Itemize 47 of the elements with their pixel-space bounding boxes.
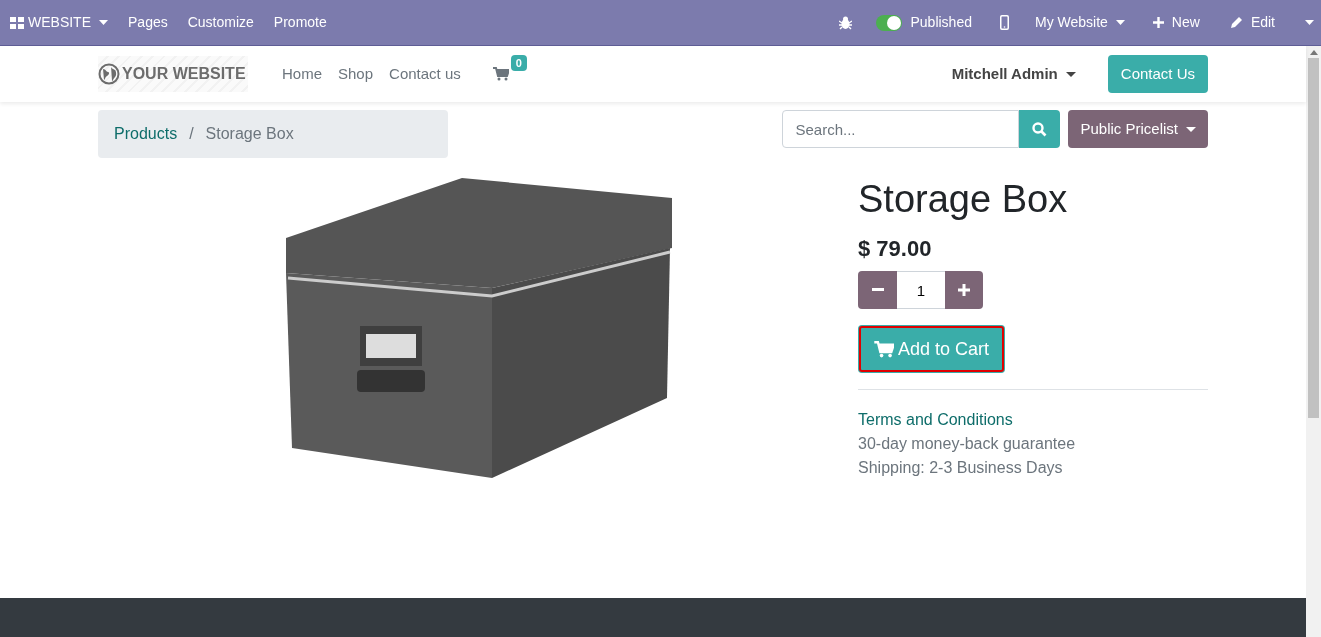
product-title: Storage Box	[858, 177, 1069, 222]
pricelist-dropdown[interactable]: Public Pricelist	[1068, 110, 1208, 148]
admin-menu-item[interactable]: Pages	[118, 12, 178, 33]
website-logo[interactable]: YOUR WEBSITE	[98, 56, 248, 92]
plus-icon	[958, 284, 970, 296]
mobile-phone-icon[interactable]	[1000, 15, 1009, 30]
terms-link[interactable]: Terms and Conditions	[858, 408, 1208, 432]
breadcrumb-link[interactable]: Products	[114, 122, 178, 146]
my-website-dropdown[interactable]: My Website	[1035, 12, 1125, 33]
search-icon	[1032, 121, 1048, 137]
nav-link[interactable]: Home	[282, 62, 322, 86]
minus-icon	[871, 288, 884, 292]
apps-menu-button[interactable]: WEBSITE	[0, 0, 118, 45]
breadcrumb-current: Storage Box	[205, 124, 294, 144]
published-label: Published	[910, 13, 972, 32]
bug-icon[interactable]	[839, 15, 853, 30]
user-dropdown[interactable]: Mitchell Admin	[951, 62, 1076, 86]
product-info-text: 30-day money-back guarantee	[858, 434, 1077, 454]
caret-icon	[99, 20, 108, 25]
scroll-up-arrow-icon[interactable]	[1309, 50, 1318, 55]
caret-icon	[1186, 126, 1196, 132]
admin-menu-item[interactable]: Promote	[263, 12, 337, 33]
cart-icon[interactable]	[492, 67, 509, 81]
caret-icon	[1115, 20, 1125, 25]
contact-us-button[interactable]: Contact Us	[1107, 55, 1208, 93]
cart-count-badge: 0	[510, 55, 527, 71]
search-button[interactable]	[1019, 110, 1061, 148]
search-field[interactable]: Search...	[782, 110, 1020, 148]
published-toggle[interactable]	[876, 14, 903, 31]
nav-link[interactable]: Shop	[338, 62, 374, 86]
caret-icon[interactable]	[1305, 20, 1314, 25]
breadcrumb-separator: /	[188, 124, 195, 144]
increase-quantity-button[interactable]	[945, 271, 983, 309]
admin-menu-item[interactable]: Customize	[177, 12, 264, 33]
plus-icon	[1152, 17, 1164, 28]
new-button[interactable]: New	[1152, 12, 1200, 33]
decrease-quantity-button[interactable]	[858, 271, 897, 309]
pencil-icon	[1229, 16, 1243, 29]
product-info-text: Shipping: 2-3 Business Days	[858, 458, 1064, 478]
caret-icon	[1065, 71, 1076, 77]
add-to-cart-button[interactable]: Add to Cart	[858, 325, 1006, 373]
nav-link[interactable]: Contact us	[389, 62, 461, 86]
product-price: $ 79.00	[858, 235, 933, 263]
grid-icon	[10, 16, 24, 29]
cart-icon	[874, 340, 894, 358]
edit-button[interactable]: Edit	[1229, 12, 1275, 33]
scrollbar[interactable]	[1306, 46, 1321, 637]
